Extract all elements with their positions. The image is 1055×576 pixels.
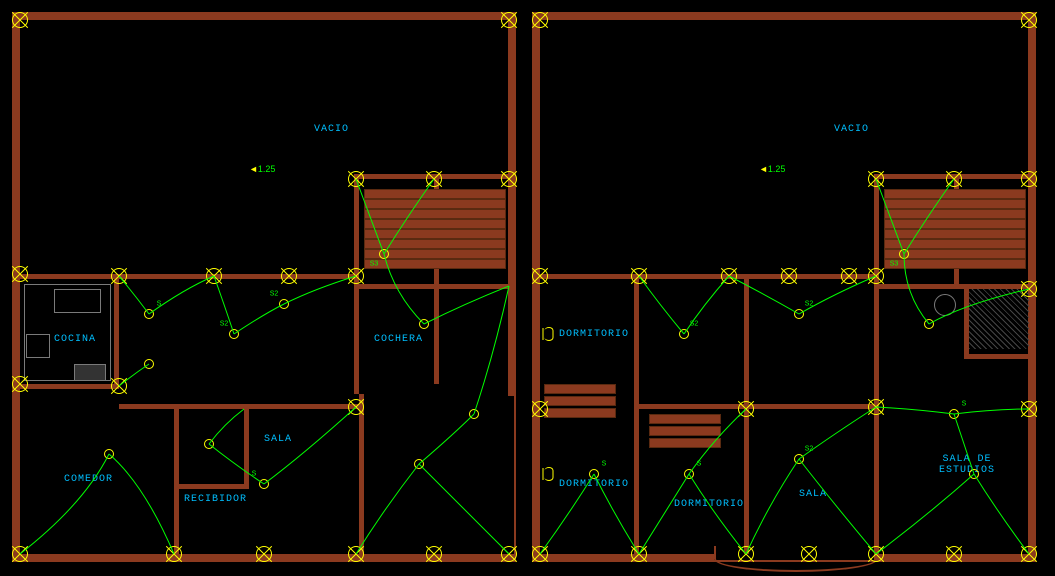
wiring-left [14, 14, 514, 560]
floor-plan-left: VACIO COCINA COCHERA SALA COMEDOR RECIBI… [12, 12, 516, 562]
floor-plan-right: VACIO DORMITORIO DORMITORIO DORMITORIO S… [532, 12, 1036, 562]
wiring-right [534, 14, 1034, 560]
